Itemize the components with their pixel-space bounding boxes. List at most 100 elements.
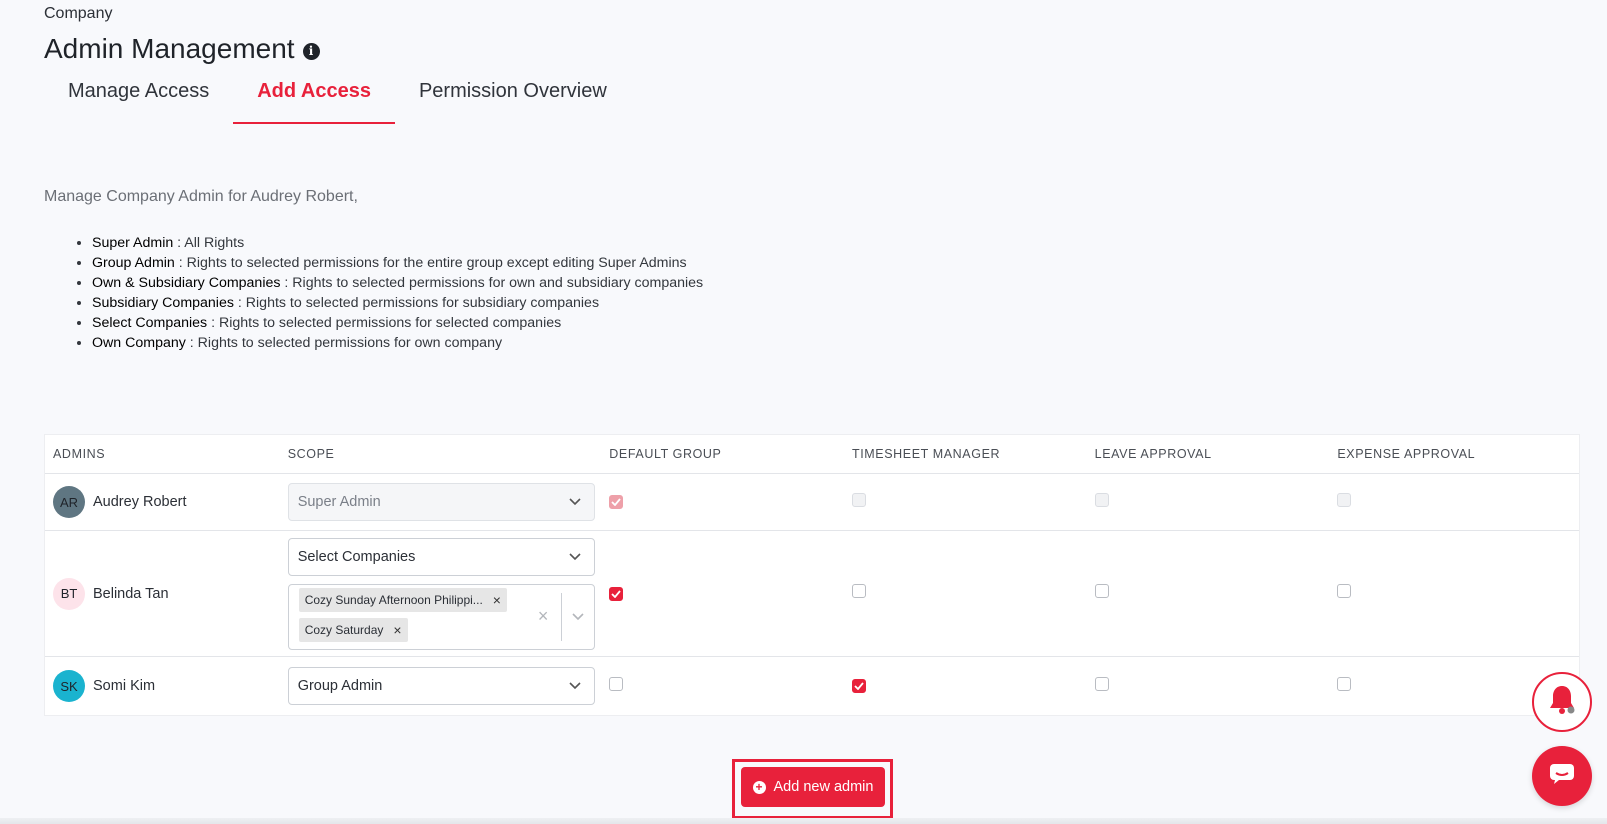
remove-tag-icon[interactable]: × [493, 592, 501, 608]
bell-icon [1545, 683, 1579, 722]
scope-value: Group Admin [297, 678, 383, 694]
scope-cell: Select Companies Cozy Sunday Afternoon P… [287, 537, 610, 650]
table-row: SK Somi Kim Group Admin [45, 657, 1579, 715]
header-default-group: DEFAULT GROUP [609, 447, 722, 461]
company-tag-label: Cozy Saturday [304, 622, 384, 637]
default-group-checkbox[interactable] [609, 586, 624, 601]
expense-approval-checkbox[interactable] [1337, 676, 1352, 691]
tab-bar: Manage Access Add Access Permission Over… [44, 72, 631, 124]
legend-term: Own & Subsidiary Companies [92, 275, 281, 291]
admin-name: Audrey Robert [93, 494, 187, 510]
legend-item: Own Company : Rights to selected permiss… [92, 333, 703, 353]
legend-desc: : Rights to selected permissions for sel… [207, 315, 562, 331]
tab-permission-overview[interactable]: Permission Overview [395, 72, 631, 124]
breadcrumb: Company [44, 5, 113, 22]
chevron-down-icon [568, 550, 582, 564]
avatar: SK [53, 670, 85, 702]
company-tag-label: Cozy Sunday Afternoon Philippi... [304, 592, 483, 607]
avatar: AR [53, 486, 85, 518]
clear-all-icon[interactable]: × [526, 606, 561, 627]
add-new-admin-label: Add new admin [773, 779, 874, 795]
expense-approval-checkbox[interactable] [1337, 584, 1352, 598]
leave-approval-checkbox[interactable] [1094, 676, 1109, 691]
chevron-down-icon [568, 679, 582, 693]
legend-desc: : Rights to selected permissions for own… [185, 335, 503, 351]
scope-select[interactable]: Group Admin [287, 667, 595, 705]
legend-desc: : Rights to selected permissions for own… [280, 275, 704, 291]
chat-icon [1549, 763, 1575, 790]
page-title-wrap: Admin Management i [44, 33, 320, 65]
page-bottom-shade [0, 818, 1607, 824]
chat-button[interactable] [1532, 746, 1592, 806]
scope-value: Super Admin [297, 494, 381, 510]
scope-select[interactable]: Select Companies [287, 537, 595, 576]
default-group-cell [609, 493, 852, 511]
company-tag: Cozy Sunday Afternoon Philippi... × [298, 587, 507, 612]
default-group-cell [609, 676, 852, 696]
legend-item: Super Admin : All Rights [92, 233, 703, 253]
header-scope: SCOPE [287, 447, 335, 461]
legend-term: Group Admin [92, 255, 175, 271]
companies-multiselect[interactable]: Cozy Sunday Afternoon Philippi... × Cozy… [287, 583, 595, 650]
page-title: Admin Management [44, 33, 295, 64]
expense-approval-checkbox [1337, 492, 1352, 507]
scope-legend: Super Admin : All Rights Group Admin : R… [92, 233, 703, 353]
legend-term: Subsidiary Companies [92, 295, 234, 311]
check-icon [854, 682, 864, 690]
tab-manage-access[interactable]: Manage Access [44, 72, 233, 124]
legend-desc: : Rights to selected permissions for the… [174, 255, 687, 271]
admin-name: Somi Kim [93, 678, 156, 694]
info-icon[interactable]: i [302, 42, 320, 60]
scope-cell: Super Admin [287, 483, 610, 521]
leave-approval-cell [1094, 584, 1338, 603]
timesheet-manager-checkbox[interactable] [851, 679, 866, 693]
timesheet-manager-checkbox[interactable] [851, 584, 866, 598]
admin-cell: SK Somi Kim [45, 670, 288, 702]
default-group-cell [609, 585, 852, 603]
scope-select: Super Admin [287, 483, 595, 521]
header-admins: ADMINS [53, 447, 106, 461]
header-timesheet-manager: TIMESHEET MANAGER [851, 447, 1001, 461]
legend-desc: : All Rights [173, 235, 245, 251]
header-expense-approval: EXPENSE APPROVAL [1337, 447, 1476, 461]
table-header: ADMINS SCOPE DEFAULT GROUP TIMESHEET MAN… [45, 435, 1579, 474]
timesheet-manager-cell [851, 492, 1095, 512]
table-row: BT Belinda Tan Select Companies Cozy Sun… [45, 531, 1579, 657]
expense-approval-cell [1337, 492, 1579, 512]
leave-approval-checkbox[interactable] [1094, 584, 1109, 598]
plus-circle-icon: + [752, 780, 766, 794]
remove-tag-icon[interactable]: × [393, 622, 401, 638]
chevron-down-icon [568, 495, 582, 509]
leave-approval-cell [1094, 492, 1338, 512]
legend-term: Own Company [92, 335, 186, 351]
check-icon [611, 498, 621, 506]
check-icon [611, 589, 621, 598]
expense-approval-cell [1337, 584, 1579, 603]
header-leave-approval: LEAVE APPROVAL [1094, 447, 1212, 461]
avatar: BT [53, 577, 85, 610]
intro-text: Manage Company Admin for Audrey Robert, [44, 188, 358, 205]
scope-value: Select Companies [297, 548, 416, 565]
company-tag: Cozy Saturday × [298, 617, 408, 642]
admin-name: Belinda Tan [93, 585, 169, 602]
chevron-down-icon[interactable] [562, 610, 594, 624]
timesheet-manager-checkbox [851, 492, 866, 507]
legend-item: Subsidiary Companies : Rights to selecte… [92, 293, 703, 313]
default-group-checkbox[interactable] [609, 676, 624, 691]
multiselect-controls: × [526, 585, 594, 649]
admin-cell: AR Audrey Robert [45, 486, 288, 518]
tab-add-access[interactable]: Add Access [233, 72, 395, 124]
leave-approval-checkbox [1094, 492, 1109, 507]
add-new-admin-button[interactable]: + Add new admin [741, 767, 885, 807]
timesheet-manager-cell [851, 677, 1095, 695]
legend-item: Own & Subsidiary Companies : Rights to s… [92, 273, 703, 293]
notification-bell-button[interactable] [1532, 672, 1592, 732]
scope-cell: Group Admin [287, 667, 610, 705]
leave-approval-cell [1094, 676, 1338, 696]
legend-term: Super Admin [92, 235, 174, 251]
legend-term: Select Companies [92, 315, 208, 331]
default-group-checkbox [609, 495, 624, 509]
admins-table: ADMINS SCOPE DEFAULT GROUP TIMESHEET MAN… [44, 434, 1580, 716]
timesheet-manager-cell [851, 584, 1095, 603]
legend-desc: : Rights to selected permissions for sub… [233, 295, 600, 311]
